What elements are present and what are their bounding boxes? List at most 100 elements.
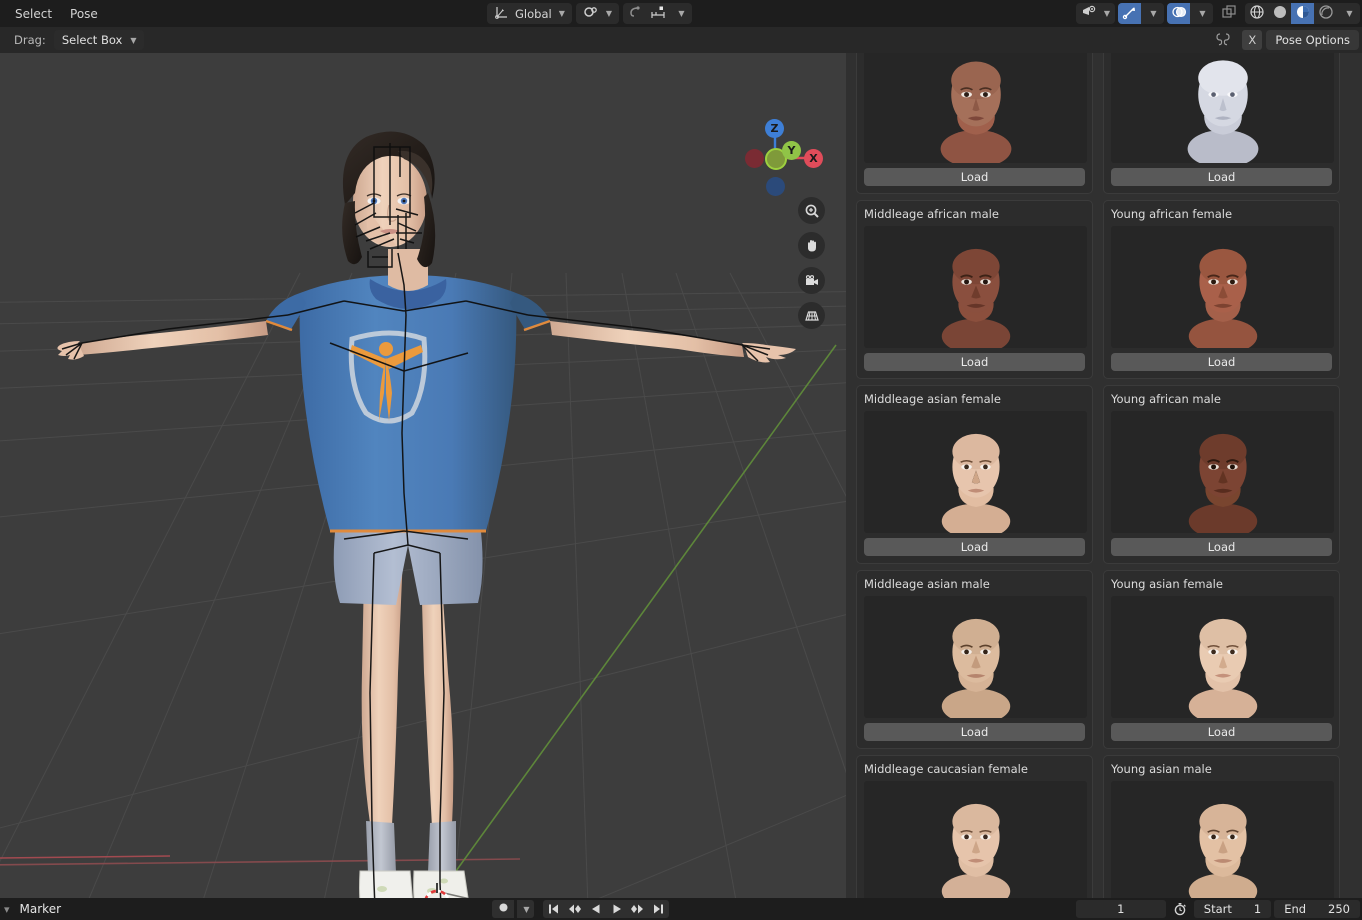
proportional-edit-icon bbox=[627, 4, 643, 23]
asset-browser-panel[interactable]: Load Load Middleage african male Load Yo… bbox=[846, 53, 1362, 898]
asset-card-label: Middleage african male bbox=[864, 207, 999, 221]
asset-load-button[interactable]: Load bbox=[864, 538, 1085, 556]
asset-card-7[interactable]: Young asian female Load bbox=[1103, 570, 1340, 749]
camera-view-icon[interactable] bbox=[798, 267, 825, 294]
transform-orientation-dropdown[interactable]: Global ▼ bbox=[487, 3, 572, 24]
asset-thumbnail[interactable] bbox=[1111, 226, 1334, 348]
shading-material[interactable] bbox=[1291, 3, 1314, 24]
proportional-falloff-dropdown[interactable] bbox=[646, 3, 669, 24]
timeline-editor-type-icon[interactable]: ▾ bbox=[4, 903, 10, 916]
shading-solid[interactable] bbox=[1268, 3, 1291, 24]
asset-load-button[interactable]: Load bbox=[1111, 353, 1332, 371]
female-character-pose-mode[interactable] bbox=[0, 53, 846, 898]
play-reverse-button[interactable] bbox=[585, 900, 606, 918]
asset-card-6[interactable]: Middleage asian male Load bbox=[856, 570, 1093, 749]
symmetry-toggle[interactable] bbox=[1208, 30, 1238, 50]
auto-keying-icon[interactable] bbox=[1169, 900, 1191, 918]
jump-to-start-button[interactable] bbox=[543, 900, 564, 918]
3d-viewport[interactable]: Y Z X bbox=[0, 53, 846, 898]
chevron-down-icon: ▼ bbox=[558, 9, 565, 18]
asset-card-5[interactable]: Young african male Load bbox=[1103, 385, 1340, 564]
asset-load-button[interactable]: Load bbox=[1111, 168, 1332, 186]
asset-thumbnail[interactable] bbox=[864, 596, 1087, 718]
toggle-perspective-icon[interactable] bbox=[798, 302, 825, 329]
menu-pose[interactable]: Pose bbox=[61, 4, 107, 24]
play-button[interactable] bbox=[606, 900, 627, 918]
orientation-icon bbox=[494, 4, 510, 23]
pose-tool-options: X Pose Options bbox=[1208, 30, 1359, 50]
object-types-visibility-icon bbox=[1081, 4, 1097, 23]
gizmo-axis-y[interactable]: Y bbox=[782, 141, 801, 160]
wireframe-icon bbox=[1249, 4, 1265, 23]
drag-mode-dropdown[interactable]: Select Box ▼ bbox=[53, 30, 145, 50]
overlays-toggle[interactable] bbox=[1167, 3, 1190, 24]
asset-card-0[interactable]: Load bbox=[856, 53, 1093, 194]
asset-card-label: Young african female bbox=[1111, 207, 1233, 221]
record-mode-dropdown[interactable]: ▼ bbox=[517, 900, 534, 918]
record-keyframe-button[interactable] bbox=[492, 900, 514, 918]
end-frame-label: End bbox=[1284, 902, 1307, 916]
current-frame-field[interactable]: 1 bbox=[1075, 900, 1166, 918]
snapping-dropdown[interactable]: ▼ bbox=[575, 3, 619, 24]
asset-card-3[interactable]: Young african female Load bbox=[1103, 200, 1340, 379]
shading-dropdown[interactable]: ▼ bbox=[1337, 3, 1360, 24]
gizmo-axis-z[interactable]: Z bbox=[765, 119, 784, 138]
navigation-gizmo[interactable]: Y Z X bbox=[737, 111, 829, 203]
playback-controls: ▼ bbox=[492, 900, 669, 918]
asset-card-label: Young african male bbox=[1111, 392, 1221, 406]
next-keyframe-button[interactable] bbox=[627, 900, 648, 918]
asset-load-button[interactable]: Load bbox=[864, 168, 1085, 186]
asset-card-9[interactable]: Young asian male Load bbox=[1103, 755, 1340, 898]
asset-card-label: Middleage asian male bbox=[864, 577, 990, 591]
end-frame-value: 250 bbox=[1328, 902, 1350, 916]
asset-card-8[interactable]: Middleage caucasian female bbox=[856, 755, 1093, 898]
asset-thumbnail[interactable] bbox=[1111, 781, 1334, 898]
asset-thumbnail[interactable] bbox=[1111, 53, 1334, 163]
jump-to-end-button[interactable] bbox=[648, 900, 669, 918]
gizmo-group: ▼ bbox=[1118, 3, 1164, 24]
record-keyframe-icon bbox=[498, 902, 509, 916]
asset-load-button[interactable]: Load bbox=[864, 353, 1085, 371]
asset-thumbnail[interactable] bbox=[1111, 596, 1334, 718]
xray-toggle[interactable] bbox=[1216, 3, 1242, 24]
asset-thumbnail[interactable] bbox=[1111, 411, 1334, 533]
pan-view-icon[interactable] bbox=[798, 232, 825, 259]
start-frame-label: Start bbox=[1203, 902, 1232, 916]
asset-thumbnail[interactable] bbox=[864, 53, 1087, 163]
gizmo-toggle[interactable] bbox=[1118, 3, 1141, 24]
asset-card-4[interactable]: Middleage asian female Load bbox=[856, 385, 1093, 564]
shading-rendered[interactable] bbox=[1314, 3, 1337, 24]
asset-load-button[interactable]: Load bbox=[1111, 723, 1332, 741]
asset-load-button[interactable]: Load bbox=[864, 723, 1085, 741]
gizmo-axis-neg-x[interactable] bbox=[745, 149, 764, 168]
viewport-header: Select Pose Global ▼ ▼ ▼ ▼ ▼ ▼ ▼ bbox=[0, 0, 1362, 27]
falloff-smooth-icon bbox=[650, 4, 666, 23]
pose-options-button[interactable]: Pose Options bbox=[1266, 30, 1359, 50]
start-frame-value: 1 bbox=[1253, 902, 1262, 916]
frame-range-field[interactable]: Start 1 bbox=[1193, 900, 1272, 918]
previous-keyframe-button[interactable] bbox=[564, 900, 585, 918]
zoom-view-icon[interactable] bbox=[798, 197, 825, 224]
gizmo-axis-x[interactable]: X bbox=[804, 149, 823, 168]
asset-thumbnail[interactable] bbox=[864, 781, 1087, 898]
chevron-down-icon: ▼ bbox=[1150, 9, 1157, 18]
viewport-display-controls: ▼ ▼ ▼ ▼ bbox=[1075, 3, 1360, 24]
gizmo-dropdown[interactable]: ▼ bbox=[1141, 3, 1164, 24]
object-types-visibility-dropdown[interactable]: ▼ bbox=[1075, 3, 1115, 24]
asset-card-1[interactable]: Load bbox=[1103, 53, 1340, 194]
gizmo-icon bbox=[1122, 4, 1138, 23]
symmetry-axis-x-button[interactable]: X bbox=[1242, 30, 1263, 50]
overlays-dropdown[interactable]: ▼ bbox=[1190, 3, 1213, 24]
menu-select[interactable]: Select bbox=[6, 4, 61, 24]
asset-thumbnail[interactable] bbox=[864, 226, 1087, 348]
end-frame-field[interactable]: End 250 bbox=[1274, 900, 1360, 918]
marker-menu[interactable]: Marker bbox=[20, 902, 61, 916]
asset-load-button[interactable]: Load bbox=[1111, 538, 1332, 556]
gizmo-axis-neg-z[interactable] bbox=[766, 177, 785, 196]
asset-thumbnail[interactable] bbox=[864, 411, 1087, 533]
proportional-edit-toggle[interactable] bbox=[623, 3, 646, 24]
falloff-chevron[interactable]: ▼ bbox=[669, 3, 692, 24]
shading-wireframe[interactable] bbox=[1245, 3, 1268, 24]
asset-card-grid: Load Load Middleage african male Load Yo… bbox=[846, 53, 1362, 898]
asset-card-2[interactable]: Middleage african male Load bbox=[856, 200, 1093, 379]
